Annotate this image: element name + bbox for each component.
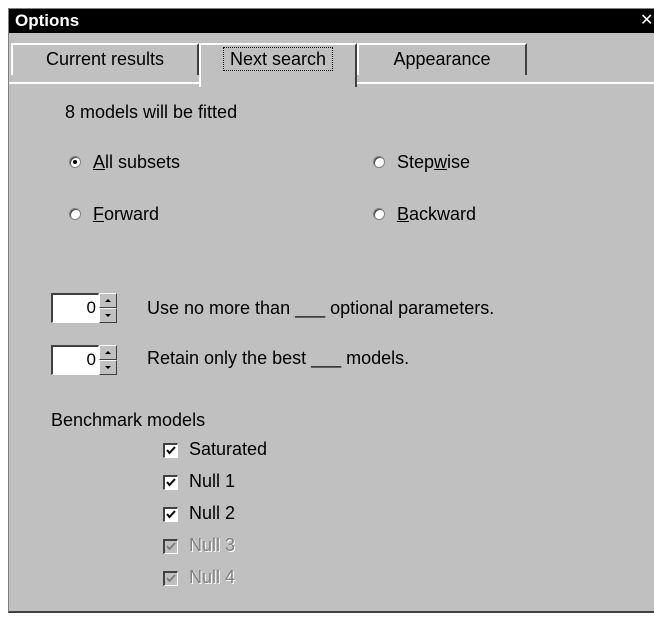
retain-best-input[interactable]: 0: [51, 345, 99, 375]
arrow-down-icon: [105, 314, 111, 317]
arrow-down-icon: [105, 366, 111, 369]
max-optional-label: Use no more than ___ optional parameters…: [147, 298, 495, 318]
all-subsets-label-rest: ll subsets: [105, 152, 181, 172]
checkmark-icon: [166, 446, 176, 455]
null-3-checkbox: [163, 539, 178, 554]
models-info: 8 models will be fitted: [65, 102, 238, 122]
window-title: Options: [15, 11, 80, 30]
null-2-label[interactable]: Null 2: [189, 502, 235, 524]
forward-radio[interactable]: [69, 208, 81, 220]
tab-strip: Current results Next search Appearance: [9, 33, 654, 87]
options-dialog: Options ✕ Current results Next search Ap…: [8, 8, 654, 613]
arrow-up-icon: [105, 299, 111, 302]
checkmark-icon: [166, 574, 176, 583]
accel-key: w: [434, 152, 448, 172]
null-3-label: Null 3: [189, 535, 236, 555]
retain-best-spinner: [99, 345, 117, 375]
accel-key: A: [93, 152, 106, 172]
arrow-up-icon: [105, 351, 111, 354]
tab-label: Next search: [222, 47, 334, 71]
max-optional-input[interactable]: 0: [51, 293, 99, 323]
spin-down-button[interactable]: [99, 360, 117, 375]
spin-down-button[interactable]: [99, 308, 117, 323]
benchmark-heading: Benchmark models: [51, 410, 206, 430]
tab-current-results[interactable]: Current results: [11, 43, 199, 75]
checkmark-icon: [166, 478, 176, 487]
all-subsets-label[interactable]: All subsets: [93, 151, 180, 173]
backward-label[interactable]: Backward: [397, 203, 476, 225]
null-4-label: Null 4: [189, 567, 236, 587]
tab-label: Current results: [45, 49, 165, 69]
spin-up-button[interactable]: [99, 293, 117, 308]
retain-best-label: Retain only the best ___ models.: [147, 348, 410, 368]
max-optional-spinner: [99, 293, 117, 323]
saturated-label[interactable]: Saturated: [189, 438, 267, 460]
null-1-checkbox[interactable]: [163, 475, 178, 490]
tab-appearance[interactable]: Appearance: [357, 43, 527, 75]
spin-up-button[interactable]: [99, 345, 117, 360]
null-2-checkbox[interactable]: [163, 507, 178, 522]
stepwise-radio[interactable]: [373, 156, 385, 168]
stepwise-label[interactable]: Stepwise: [397, 151, 470, 173]
forward-label[interactable]: Forward: [93, 203, 159, 225]
all-subsets-radio[interactable]: [69, 156, 81, 168]
title-bar: Options ✕: [9, 9, 654, 33]
null-4-checkbox: [163, 571, 178, 586]
checkmark-icon: [166, 510, 176, 519]
tab-label: Appearance: [393, 49, 491, 69]
close-icon[interactable]: ✕: [640, 12, 653, 30]
backward-radio[interactable]: [373, 208, 385, 220]
accel-key: B: [397, 204, 410, 224]
saturated-checkbox[interactable]: [163, 443, 178, 458]
next-search-panel: 8 models will be fitted All subsets Step…: [9, 85, 654, 611]
tab-next-search[interactable]: Next search: [199, 43, 357, 87]
accel-key: F: [93, 204, 104, 224]
checkmark-icon: [166, 542, 176, 551]
null-1-label[interactable]: Null 1: [189, 470, 235, 492]
